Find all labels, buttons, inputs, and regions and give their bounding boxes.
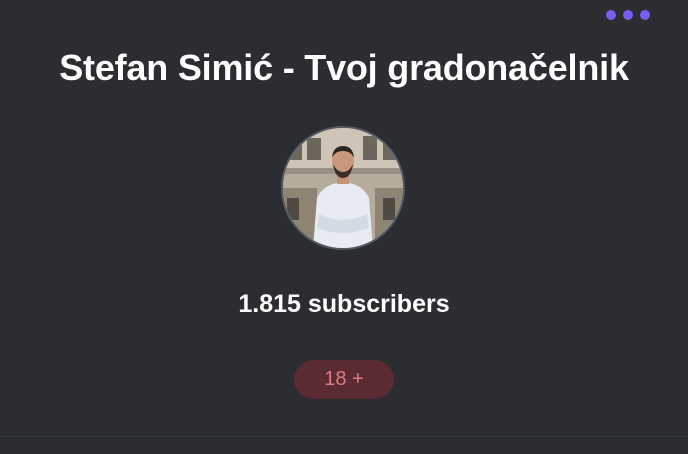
more-dot-icon	[640, 10, 650, 20]
more-dot-icon	[606, 10, 616, 20]
channel-info-screen: Stefan Simić - Tvoj gradonačelnik 1.815 …	[0, 0, 688, 454]
age-restriction-badge: 18 +	[294, 360, 394, 399]
channel-avatar[interactable]	[281, 126, 405, 250]
subscriber-count: 1.815 subscribers	[238, 290, 450, 318]
avatar-photo	[283, 128, 403, 248]
channel-title: Stefan Simić - Tvoj gradonačelnik	[59, 47, 629, 88]
more-dot-icon	[623, 10, 633, 20]
more-options-button[interactable]	[606, 6, 650, 24]
section-divider	[0, 436, 688, 437]
